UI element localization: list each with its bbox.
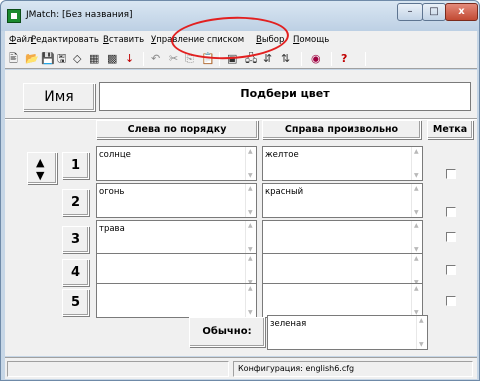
left-item-text: солнце (99, 150, 131, 160)
field-scrollbar[interactable]: ▲▼ (411, 284, 422, 317)
grid-options-icon[interactable]: ▩ (107, 53, 117, 65)
field-scrollbar[interactable]: ▲▼ (411, 221, 422, 254)
title-label: Имя (23, 83, 95, 111)
eraser-icon[interactable]: ◇ (73, 53, 81, 65)
export-drag-icon[interactable]: ⇵ (263, 53, 272, 65)
left-item-input[interactable]: ▲▼ (96, 283, 257, 318)
export-web-icon[interactable]: 🖧 (245, 53, 257, 65)
field-scrollbar[interactable]: ▲▼ (245, 147, 256, 180)
right-item-input[interactable]: желтое ▲ ▼ (262, 146, 423, 181)
row-number-button[interactable]: 5 (62, 289, 89, 316)
toolbar-separator (331, 52, 332, 66)
open-folder-icon[interactable]: 📂 (25, 53, 39, 65)
left-item-input[interactable]: огонь ▲ ▼ (96, 183, 257, 218)
save-icon[interactable]: 💾 (41, 53, 55, 65)
cut-icon[interactable]: ✂ (169, 53, 178, 65)
toolbar-separator (143, 52, 144, 66)
flag-checkbox[interactable] (446, 207, 456, 217)
status-cell-empty (7, 361, 229, 377)
right-item-text: желтое (265, 150, 299, 160)
flag-column-header: Метка (427, 120, 473, 139)
app-window: JMatch: [Без названия] – □ x Файл Редакт… (0, 0, 480, 381)
menu-select[interactable]: Выбор (256, 35, 284, 45)
row-number-button[interactable]: 3 (62, 226, 89, 253)
left-item-input[interactable]: трава ▲ ▼ (96, 220, 257, 255)
menu-edit[interactable]: Редактировать (31, 35, 99, 45)
window-title: JMatch: [Без названия] (26, 10, 133, 20)
field-scrollbar[interactable]: ▲▼ (245, 221, 256, 254)
left-item-input[interactable]: солнце ▲ ▼ (96, 146, 257, 181)
export-html-icon[interactable]: ▣ (227, 53, 237, 65)
exercise-title-input[interactable]: Подбери цвет (99, 82, 471, 111)
distractor-text: зеленая (270, 319, 307, 329)
grid-icon[interactable]: ▦ (89, 53, 99, 65)
maximize-button[interactable]: □ (422, 3, 446, 21)
paste-icon[interactable]: 📋 (201, 53, 215, 65)
distractor-input[interactable]: зеленая ▲ ▼ (267, 315, 428, 350)
toolbar-separator (365, 52, 366, 66)
left-item-text: огонь (99, 187, 125, 197)
close-button[interactable]: x (445, 3, 478, 21)
status-bar: Конфигурация: english6.cfg (5, 357, 477, 379)
minimize-button[interactable]: – (397, 3, 423, 21)
flag-checkbox[interactable] (446, 232, 456, 242)
right-item-input[interactable]: красный ▲ ▼ (262, 183, 423, 218)
row-number-button[interactable]: 1 (62, 152, 89, 179)
flag-checkbox[interactable] (446, 296, 456, 306)
title-bar[interactable]: JMatch: [Без названия] – □ x (1, 1, 479, 31)
right-item-input[interactable]: ▲▼ (262, 220, 423, 255)
menu-insert[interactable]: Вставить (103, 35, 144, 45)
menu-manage-list[interactable]: Управление списком (151, 35, 244, 45)
field-scrollbar[interactable]: ▲▼ (411, 147, 422, 180)
toolbar-separator (219, 52, 220, 66)
scroll-down-icon[interactable]: ▼ (36, 170, 44, 181)
help-icon[interactable]: ? (341, 53, 347, 65)
field-scrollbar[interactable]: ▲▼ (245, 184, 256, 217)
row-number-button[interactable]: 4 (62, 259, 89, 286)
right-column-header: Справа произвольно (262, 120, 421, 139)
config-icon[interactable]: ◉ (311, 53, 321, 65)
menu-bar: Файл Редактировать Вставить Управление с… (5, 31, 477, 49)
undo-icon[interactable]: ↶ (151, 53, 160, 65)
row-number-button[interactable]: 2 (62, 189, 89, 216)
right-item-input[interactable]: ▲▼ (262, 283, 423, 318)
down-arrow-icon[interactable]: ↓ (125, 53, 134, 65)
copy-icon[interactable]: ⎘ (185, 53, 194, 65)
menu-file[interactable]: Файл (9, 35, 33, 45)
field-scrollbar[interactable]: ▲▼ (411, 184, 422, 217)
toolbar-separator (301, 52, 302, 66)
toolbar: 🖹 📂 💾 🖫 ◇ ▦ ▩ ↓ ↶ ✂ ⎘ 📋 ▣ 🖧 ⇵ ⇅ ◉ ? (5, 49, 477, 69)
scroll-up-icon[interactable]: ▲ (36, 157, 44, 168)
field-scrollbar[interactable]: ▲▼ (245, 284, 256, 317)
main-panel: Имя Подбери цвет Слева по порядку Справа… (5, 70, 477, 356)
save-as-icon[interactable]: 🖫 (57, 53, 66, 65)
scroll-rows-updown[interactable]: ▲ ▼ (27, 152, 57, 184)
jmatch-app-icon (7, 9, 21, 23)
flag-checkbox[interactable] (446, 169, 456, 179)
export-drop-icon[interactable]: ⇅ (281, 53, 290, 65)
menu-help[interactable]: Помощь (293, 35, 329, 45)
status-cell-config: Конфигурация: english6.cfg (233, 361, 473, 377)
distractor-label: Обычно: (189, 317, 265, 347)
field-scrollbar[interactable]: ▲▼ (416, 316, 427, 349)
left-item-text: трава (99, 224, 125, 234)
config-status: Конфигурация: english6.cfg (238, 364, 355, 373)
left-column-header: Слева по порядку (96, 120, 258, 139)
exercise-title-value: Подбери цвет (240, 87, 330, 100)
flag-checkbox[interactable] (446, 265, 456, 275)
new-file-icon[interactable]: 🖹 (9, 53, 18, 65)
right-item-text: красный (265, 187, 304, 197)
